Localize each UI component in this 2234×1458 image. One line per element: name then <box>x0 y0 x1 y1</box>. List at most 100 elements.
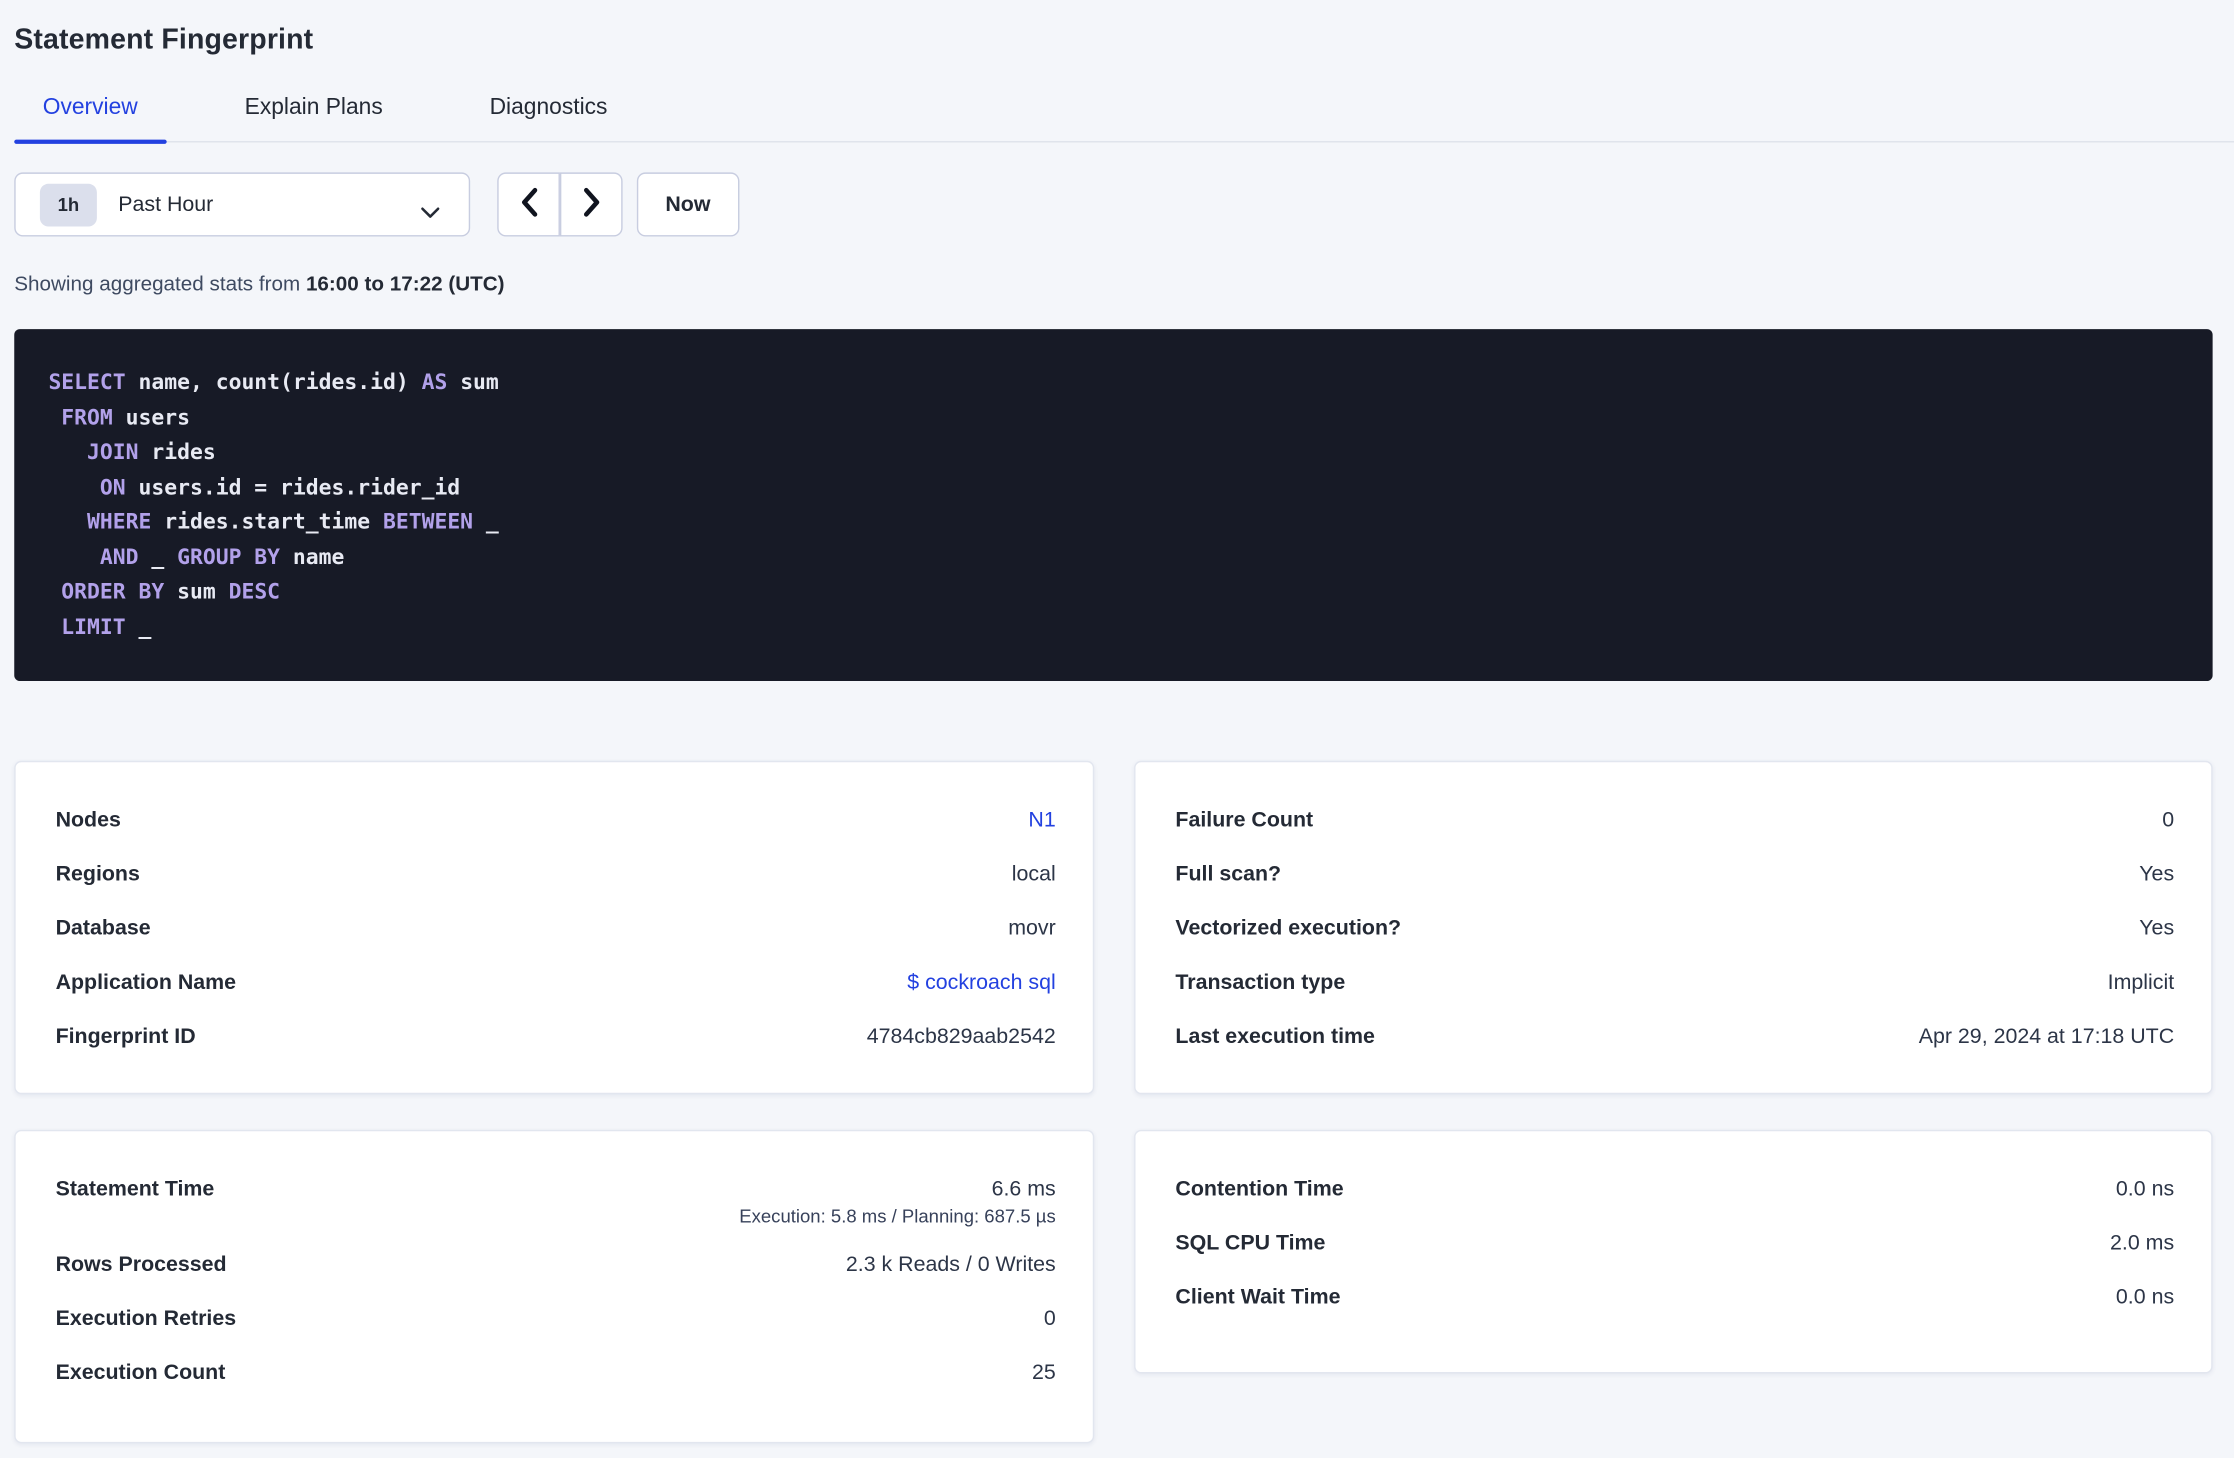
card-row: Regions local <box>56 846 1056 900</box>
row-value-link[interactable]: $ cockroach sql <box>907 970 1055 994</box>
interval-label: Past Hour <box>118 192 214 217</box>
tab-diagnostics[interactable]: Diagnostics <box>461 95 636 141</box>
row-label: Statement Time <box>55 1176 215 1201</box>
row-value: 2.0 ms <box>2110 1230 2175 1255</box>
row-value: 2.3 k Reads / 0 Writes <box>845 1251 1056 1276</box>
sql-keyword: WHERE <box>87 508 152 535</box>
time-nav-group <box>497 172 623 237</box>
sql-text: rides.start_time <box>151 508 383 535</box>
row-label: Rows Processed <box>55 1251 227 1276</box>
sql-text: _ <box>125 613 152 639</box>
sql-text: name <box>280 543 345 570</box>
now-button[interactable]: Now <box>636 172 739 237</box>
chevron-right-icon <box>582 187 601 223</box>
chevron-down-icon <box>420 201 440 227</box>
viewport: Statement Fingerprint Overview Explain P… <box>0 0 2234 1458</box>
sql-text: _ <box>138 543 178 570</box>
card-row: Last execution time Apr 29, 2024 at 17:18… <box>1175 1009 2174 1063</box>
card-row: Nodes N1 <box>56 792 1056 846</box>
statement-timings-card: Statement Time 6.6 ms Execution: 5.8 ms / … <box>14 1129 1095 1444</box>
card-row: Client Wait Time 0.0 ns <box>1175 1269 2174 1323</box>
row-label: Execution Retries <box>55 1305 237 1330</box>
row-value: 6.6 ms <box>991 1176 1056 1201</box>
row-label: Application Name <box>55 969 237 994</box>
page-title: Statement Fingerprint <box>14 24 314 56</box>
row-value: local <box>1011 861 1056 886</box>
previous-interval-button[interactable] <box>497 172 560 237</box>
wait-times-card: Contention Time 0.0 ns SQL CPU Time 2.0 ms C… <box>1134 1129 2213 1374</box>
execution-attributes-card: Failure Count 0 Full scan? Yes Vectorized ex… <box>1134 760 2213 1095</box>
row-value: 0.0 ns <box>2115 1176 2175 1201</box>
card-row: Rows Processed 2.3 k Reads / 0 Writes <box>56 1237 1056 1291</box>
row-label: Nodes <box>55 807 121 832</box>
row-value: Apr 29, 2024 at 17:18 UTC <box>1918 1023 2175 1048</box>
sql-keyword: DESC <box>228 578 281 605</box>
row-value: 25 <box>1031 1359 1056 1385</box>
sql-keyword: GROUP BY <box>177 543 281 570</box>
card-row: Vectorized execution? Yes <box>1175 900 2174 954</box>
row-value: 0 <box>1043 1305 1056 1330</box>
row-label: Execution Count <box>55 1359 226 1385</box>
row-label: Regions <box>55 861 140 886</box>
row-label: Database <box>55 915 151 940</box>
row-label: Failure Count <box>1175 807 1314 832</box>
sql-keyword: BETWEEN <box>382 508 474 535</box>
card-row: Execution Retries 0 <box>56 1291 1056 1345</box>
card-row: Database movr <box>56 900 1056 954</box>
card-row: Contention Time 0.0 ns <box>1175 1161 2174 1215</box>
sql-text: sum <box>164 578 229 605</box>
sql-keyword: AND <box>99 543 139 570</box>
card-row: SQL CPU Time 2.0 ms <box>1175 1215 2174 1269</box>
time-interval-dropdown[interactable]: 1h Past Hour <box>14 172 471 237</box>
sql-keyword: JOIN <box>87 438 139 465</box>
sql-text: rides <box>138 438 216 465</box>
card-row: Fingerprint ID 4784cb829aab2542 <box>56 1009 1056 1063</box>
statement-fingerprint-page: Statement Fingerprint Overview Explain P… <box>0 0 2234 1444</box>
statement-details-card: Nodes N1 Regions local Database movr Applicati… <box>14 760 1095 1095</box>
sql-statement-box: SELECT name, count(rides.id) AS sum FROM… <box>14 329 2213 682</box>
row-value: Yes <box>2139 861 2175 886</box>
sql-keyword: SELECT <box>48 369 126 395</box>
card-row: Application Name $ cockroach sql <box>56 955 1056 1009</box>
row-label: Contention Time <box>1175 1176 1344 1201</box>
row-value: Yes <box>2139 915 2175 940</box>
card-row: Execution Count 25 <box>56 1345 1056 1399</box>
row-label: Last execution time <box>1175 1023 1375 1048</box>
row-label: Fingerprint ID <box>55 1023 196 1048</box>
sql-keyword: LIMIT <box>61 613 126 639</box>
sql-keyword: FROM <box>61 403 113 430</box>
row-value: 0 <box>2162 807 2175 832</box>
sql-keyword: ON <box>99 473 126 500</box>
row-value: movr <box>1008 915 1056 940</box>
sql-text: _ <box>473 508 499 535</box>
row-value: 4784cb829aab2542 <box>866 1023 1056 1048</box>
row-value: Implicit <box>2107 969 2175 994</box>
card-row: Full scan? Yes <box>1175 846 2174 900</box>
sql-keyword: ORDER BY <box>61 578 165 605</box>
next-interval-button[interactable] <box>559 172 623 237</box>
row-label: SQL CPU Time <box>1175 1230 1326 1255</box>
note-range: 16:00 to 17:22 (UTC) <box>305 273 505 297</box>
row-value: 0.0 ns <box>2115 1284 2175 1309</box>
tab-overview[interactable]: Overview <box>14 95 166 144</box>
row-label: Client Wait Time <box>1175 1284 1341 1309</box>
tab-bar: Overview Explain Plans Diagnostics <box>14 95 2234 144</box>
sql-text: sum <box>447 369 499 395</box>
row-value-link[interactable]: N1 <box>1028 807 1055 831</box>
card-row: Transaction type Implicit <box>1175 955 2174 1009</box>
card-row: Failure Count 0 <box>1175 792 2174 846</box>
time-toolbar: 1h Past Hour Now <box>14 172 2212 237</box>
row-label: Full scan? <box>1175 861 1282 886</box>
chevron-left-icon <box>519 187 538 223</box>
row-subvalue: Execution: 5.8 ms / Planning: 687.5 µs <box>739 1205 1056 1227</box>
tab-explain-plans[interactable]: Explain Plans <box>216 95 411 141</box>
sql-statement-text: SELECT name, count(rides.id) AS sum FROM… <box>48 365 2178 644</box>
aggregated-stats-note: Showing aggregated stats from 16:00 to 1… <box>14 274 2212 297</box>
interval-badge: 1h <box>39 183 97 226</box>
